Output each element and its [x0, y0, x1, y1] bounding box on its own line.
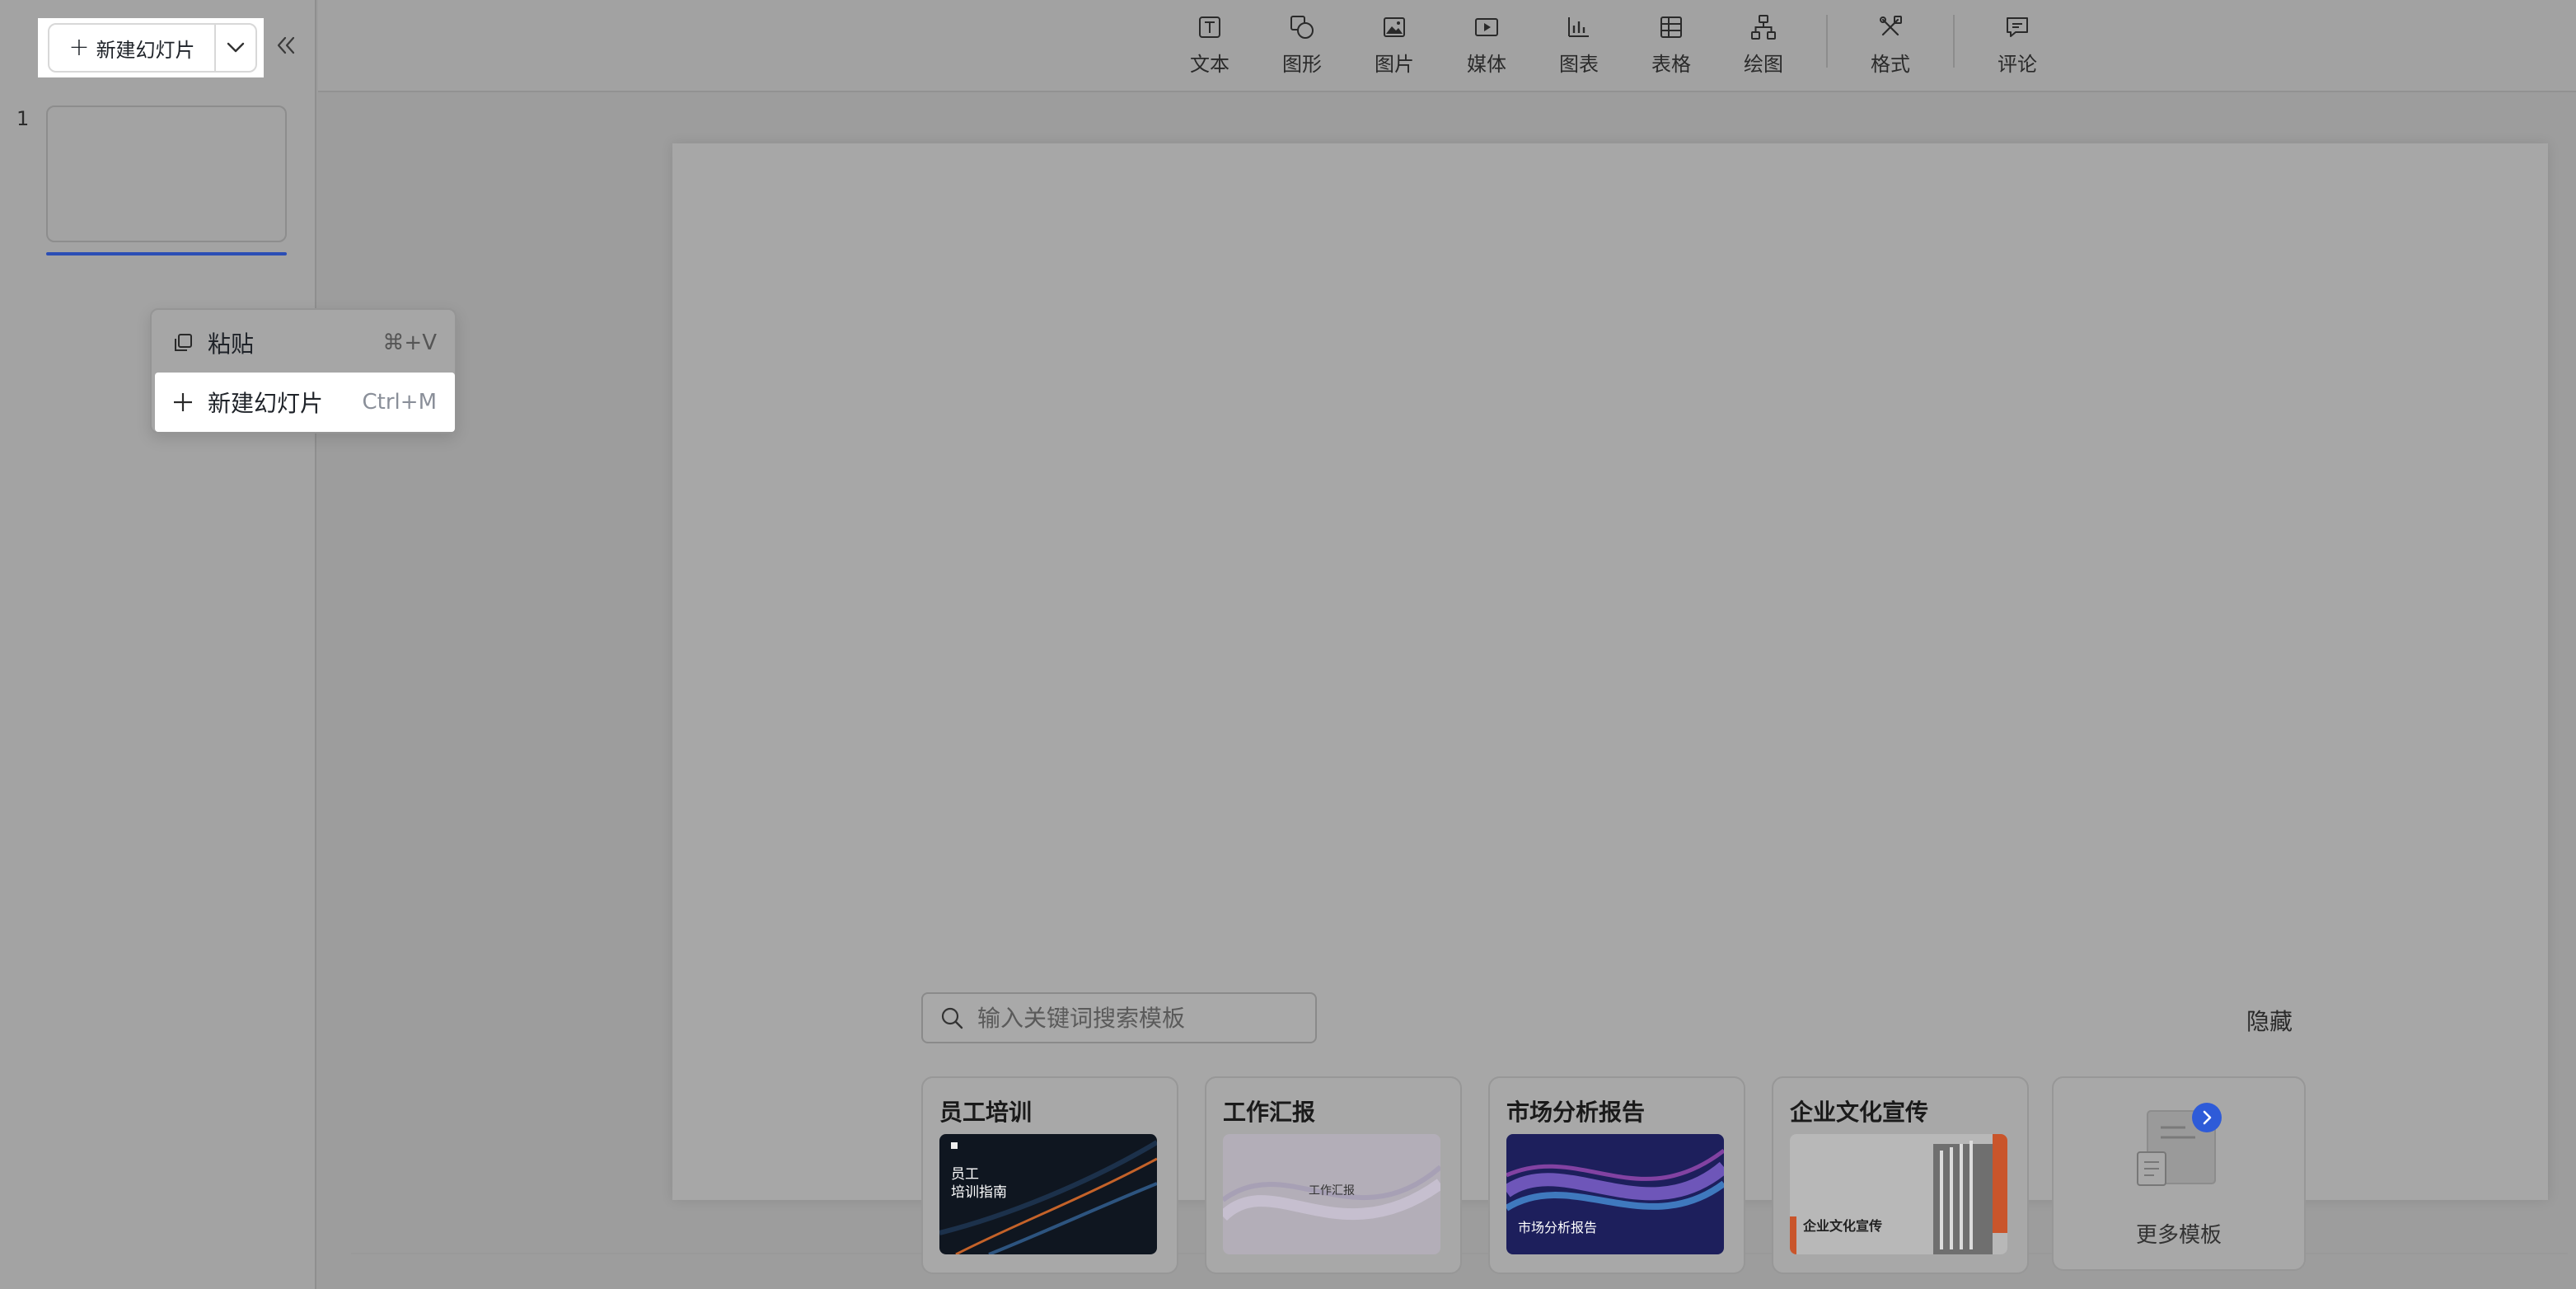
tool-label: 评论	[1998, 53, 2037, 76]
tool-label: 图表	[1559, 53, 1599, 76]
template-thumbnail: 企业文化宣传	[1790, 1134, 2007, 1254]
insert-toolbar: 文本 图形 图片 媒体 图表 表格 绘图 格式 评论	[318, 0, 2576, 92]
template-card-market-analysis[interactable]: 市场分析报告 市场分析报告	[1488, 1076, 1745, 1274]
table-icon	[1660, 16, 1682, 38]
tool-label: 格式	[1871, 53, 1910, 76]
template-title: 工作汇报	[1223, 1099, 1316, 1126]
tool-table[interactable]: 表格	[1630, 13, 1712, 79]
toolbar-divider	[1826, 15, 1828, 68]
thumb-title-line: 员工	[951, 1166, 979, 1183]
tool-format[interactable]: 格式	[1849, 13, 1932, 79]
thumb-title: 市场分析报告	[1518, 1220, 1598, 1235]
chevron-right-icon	[2192, 1103, 2222, 1132]
template-card-corporate-culture[interactable]: 企业文化宣传 企业文化宣传	[1772, 1076, 2029, 1274]
image-icon	[1384, 17, 1405, 37]
collapse-sidebar-button[interactable]	[272, 31, 300, 59]
hide-templates-button[interactable]: 隐藏	[2246, 1004, 2293, 1037]
slide-thumbnail[interactable]	[46, 105, 287, 242]
context-menu: 粘贴 ⌘+V 新建幻灯片 Ctrl+M	[150, 308, 457, 434]
copy-icon	[171, 331, 204, 354]
template-title: 市场分析报告	[1506, 1099, 1646, 1126]
template-card-work-report[interactable]: 工作汇报 工作汇报	[1205, 1076, 1462, 1274]
template-search-input[interactable]	[976, 1001, 1309, 1035]
menu-item-new-slide[interactable]: 新建幻灯片 Ctrl+M	[155, 373, 455, 432]
tool-label: 图形	[1282, 53, 1322, 76]
tool-shapes[interactable]: 图形	[1261, 13, 1343, 79]
tool-media[interactable]: 媒体	[1445, 13, 1528, 79]
template-thumbnail: 工作汇报	[1223, 1134, 1440, 1254]
tool-diagram[interactable]: 绘图	[1722, 13, 1805, 79]
tool-label: 文本	[1190, 53, 1229, 76]
tool-label: 媒体	[1467, 53, 1506, 76]
template-thumbnail: 市场分析报告	[1506, 1134, 1724, 1254]
media-icon	[1475, 18, 1498, 36]
menu-item-paste[interactable]: 粘贴 ⌘+V	[155, 313, 455, 373]
tool-chart[interactable]: 图表	[1538, 13, 1620, 79]
new-slide-button-group: + 新建幻灯片	[48, 23, 257, 73]
new-slide-button-label: 新建幻灯片	[96, 38, 195, 62]
shapes-icon	[1290, 16, 1314, 39]
template-search-box	[921, 992, 1317, 1043]
tool-label: 图片	[1375, 53, 1414, 76]
menu-item-shortcut: Ctrl+M	[362, 390, 437, 415]
tool-image[interactable]: 图片	[1353, 13, 1436, 79]
menu-item-shortcut: ⌘+V	[382, 330, 437, 355]
comment-icon	[2007, 17, 2028, 37]
text-box-icon	[1199, 16, 1220, 38]
template-thumbnail: 员工 培训指南	[939, 1134, 1157, 1254]
plus-icon	[171, 391, 204, 414]
thumb-title-line: 培训指南	[951, 1184, 1007, 1201]
format-icon	[1880, 16, 1902, 36]
new-slide-button-highlight: + 新建幻灯片	[38, 18, 264, 77]
tool-text[interactable]: 文本	[1169, 13, 1251, 79]
chevron-down-icon	[227, 42, 245, 53]
search-icon	[941, 1007, 963, 1029]
toolbar-divider	[1953, 15, 1955, 68]
menu-item-label: 新建幻灯片	[208, 390, 324, 417]
tool-label: 绘图	[1744, 53, 1783, 76]
menu-item-label: 粘贴	[208, 330, 255, 358]
template-title: 员工培训	[939, 1099, 1033, 1126]
new-slide-button[interactable]: + 新建幻灯片	[49, 25, 216, 71]
diagram-icon	[1751, 15, 1776, 40]
new-slide-dropdown-button[interactable]	[216, 25, 255, 71]
more-templates-card[interactable]: 更多模板	[2052, 1076, 2306, 1271]
slide-selection-indicator	[46, 252, 287, 255]
tool-label: 表格	[1651, 53, 1691, 76]
tool-comment[interactable]: 评论	[1976, 13, 2058, 79]
template-card-employee-training[interactable]: 员工培训 员工 培训指南	[921, 1076, 1178, 1274]
double-chevron-left-icon	[277, 36, 295, 54]
thumb-title: 企业文化宣传	[1803, 1218, 1883, 1234]
plus-icon: +	[68, 33, 90, 62]
thumb-title: 工作汇报	[1309, 1184, 1355, 1198]
chart-icon	[1568, 17, 1589, 37]
more-templates-label: 更多模板	[2135, 1223, 2222, 1248]
template-title: 企业文化宣传	[1790, 1099, 1929, 1126]
slide-number: 1	[16, 107, 30, 130]
